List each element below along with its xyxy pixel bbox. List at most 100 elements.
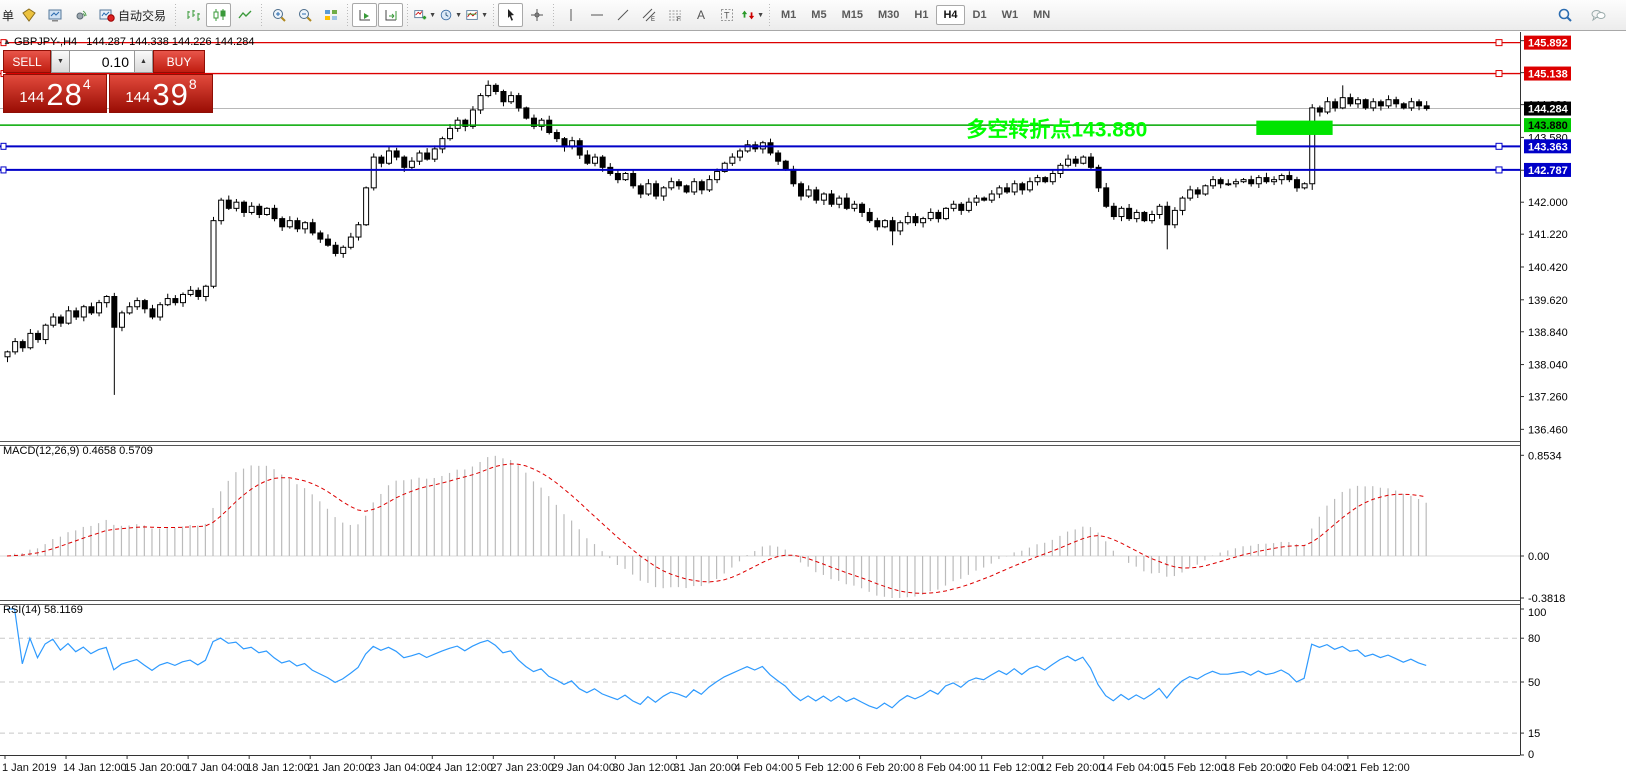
macd-panel: MACD(12,26,9) 0.4658 0.5709 <box>0 445 1520 598</box>
buy-price-figure: 144 <box>125 85 150 111</box>
zoom-out-button[interactable] <box>292 3 317 27</box>
svg-text:139.620: 139.620 <box>1528 295 1568 307</box>
templates-button[interactable]: ▼ <box>464 3 489 27</box>
tiles-icon <box>323 7 339 23</box>
timeframe-m1-button[interactable]: M1 <box>774 5 803 25</box>
svg-text:21 Jan 20:00: 21 Jan 20:00 <box>307 762 371 774</box>
search-button[interactable] <box>1552 3 1577 27</box>
price-axis[interactable]: 145.940145.160144.380143.580142.780142.0… <box>1520 36 1571 761</box>
chart-shift-button[interactable] <box>378 3 403 27</box>
candles-icon <box>211 7 227 23</box>
svg-text:14 Jan 12:00: 14 Jan 12:00 <box>63 762 127 774</box>
toolbar-right-icons <box>1552 3 1624 27</box>
volume-input[interactable] <box>70 50 134 73</box>
metaquotes-button[interactable] <box>16 3 41 27</box>
svg-text:A: A <box>697 8 705 22</box>
svg-text:5 Feb 12:00: 5 Feb 12:00 <box>796 762 855 774</box>
toolbar-separator <box>258 4 265 26</box>
zoomin-icon <box>271 7 287 23</box>
volume-increase-button[interactable]: ▲ <box>134 50 153 73</box>
svg-text:27 Jan 23:00: 27 Jan 23:00 <box>490 762 554 774</box>
market-watch-button[interactable] <box>42 3 67 27</box>
sell-price-point: 4 <box>83 77 91 91</box>
chart-canvas[interactable]: MACD(12,26,9) 0.4658 0.5709RSI(14) 58.11… <box>0 32 1626 778</box>
fibo-icon: F <box>667 7 683 23</box>
tile-windows-button[interactable] <box>318 3 343 27</box>
chart-collapse-icon[interactable]: ▲ <box>3 37 11 46</box>
equidistant-channel-button[interactable]: E <box>636 3 661 27</box>
one-click-trading-panel: SELL ▼ ▲ BUY 144 28 4 144 39 8 <box>3 50 213 113</box>
timeframe-m5-button[interactable]: M5 <box>804 5 833 25</box>
sell-button[interactable]: SELL <box>3 50 51 73</box>
zoom-in-button[interactable] <box>266 3 291 27</box>
svg-text:23 Jan 04:00: 23 Jan 04:00 <box>368 762 432 774</box>
auto-scroll-button[interactable] <box>352 3 377 27</box>
timeframe-h1-button[interactable]: H1 <box>907 5 935 25</box>
timeframe-d1-button[interactable]: D1 <box>966 5 994 25</box>
timeframe-m30-button[interactable]: M30 <box>871 5 906 25</box>
trendline-handle <box>1 167 6 173</box>
signals-button[interactable] <box>68 3 93 27</box>
chevron-down-icon[interactable]: ▼ <box>757 12 764 19</box>
drawn-objects[interactable]: 多空转折点143.880 <box>0 40 1520 173</box>
volume-decrease-button[interactable]: ▼ <box>51 50 70 73</box>
time-axis[interactable]: 1 Jan 201914 Jan 12:0015 Jan 20:0017 Jan… <box>2 755 1410 774</box>
auto-trading-button[interactable]: 自动交易 <box>94 3 171 27</box>
cursor-button[interactable] <box>498 3 523 27</box>
chevron-down-icon[interactable]: ▼ <box>455 12 462 19</box>
arrows-icon <box>741 7 755 23</box>
timeframe-h4-button[interactable]: H4 <box>936 5 964 25</box>
arrows-button[interactable]: ▼ <box>740 3 765 27</box>
text-label-button[interactable]: T <box>714 3 739 27</box>
trendline-button[interactable] <box>610 3 635 27</box>
macd-label: MACD(12,26,9) 0.4658 0.5709 <box>3 445 153 457</box>
panel-separators[interactable] <box>0 32 1521 756</box>
zoomout-icon <box>297 7 313 23</box>
svg-text:140.420: 140.420 <box>1528 262 1568 274</box>
timeframe-m15-button[interactable]: M15 <box>835 5 870 25</box>
text-button[interactable]: A <box>688 3 713 27</box>
svg-text:15 Jan 20:00: 15 Jan 20:00 <box>124 762 188 774</box>
buy-price-pips: 39 <box>152 78 188 111</box>
buy-button[interactable]: BUY <box>153 50 205 73</box>
bars-icon <box>185 7 201 23</box>
svg-text:141.220: 141.220 <box>1528 229 1568 241</box>
candlestick-chart-button[interactable] <box>206 3 231 27</box>
svg-text:T: T <box>724 11 730 21</box>
channel-icon: E <box>641 7 657 23</box>
svg-text:12 Feb 20:00: 12 Feb 20:00 <box>1040 762 1105 774</box>
toolbar-separator <box>550 4 557 26</box>
timeframe-mn-button[interactable]: MN <box>1026 5 1057 25</box>
horizontal-line-button[interactable] <box>584 3 609 27</box>
toolbar-separator <box>344 4 351 26</box>
toolbar-separator <box>766 4 773 26</box>
screen-icon <box>47 7 63 23</box>
svg-text:17 Jan 04:00: 17 Jan 04:00 <box>185 762 249 774</box>
trendline-handle <box>1496 167 1502 173</box>
chartshift-icon <box>383 7 399 23</box>
vline-icon <box>563 7 579 23</box>
svg-text:21 Feb 12:00: 21 Feb 12:00 <box>1345 762 1410 774</box>
crosshair-button[interactable] <box>524 3 549 27</box>
fibonacci-button[interactable]: F <box>662 3 687 27</box>
svg-text:4 Feb 04:00: 4 Feb 04:00 <box>734 762 793 774</box>
indicators-button[interactable]: ▼ <box>412 3 437 27</box>
svg-text:50: 50 <box>1528 677 1540 689</box>
new-order-button[interactable]: 单 <box>2 7 15 24</box>
chevron-down-icon[interactable]: ▼ <box>429 12 436 19</box>
line-chart-button[interactable] <box>232 3 257 27</box>
sell-price-display[interactable]: 144 28 4 <box>3 74 107 113</box>
bar-chart-button[interactable] <box>180 3 205 27</box>
vertical-line-button[interactable] <box>558 3 583 27</box>
pivot-annotation-text: 多空转折点143.880 <box>966 117 1147 141</box>
periods-button[interactable]: ▼ <box>438 3 463 27</box>
one-click-price-row: 144 28 4 144 39 8 <box>3 74 213 113</box>
toolbar: 单 自动交易 ▼ ▼ ▼ EFA T ▼ M1M5M15M30H1H4D1W1MN <box>0 0 1626 31</box>
timeframe-w1-button[interactable]: W1 <box>995 5 1026 25</box>
chat-button[interactable] <box>1585 3 1610 27</box>
clock-icon <box>439 7 453 23</box>
buy-price-display[interactable]: 144 39 8 <box>109 74 213 113</box>
chevron-down-icon[interactable]: ▼ <box>481 12 488 19</box>
svg-text:0.8534: 0.8534 <box>1528 450 1562 462</box>
toolbar-separator <box>172 4 179 26</box>
